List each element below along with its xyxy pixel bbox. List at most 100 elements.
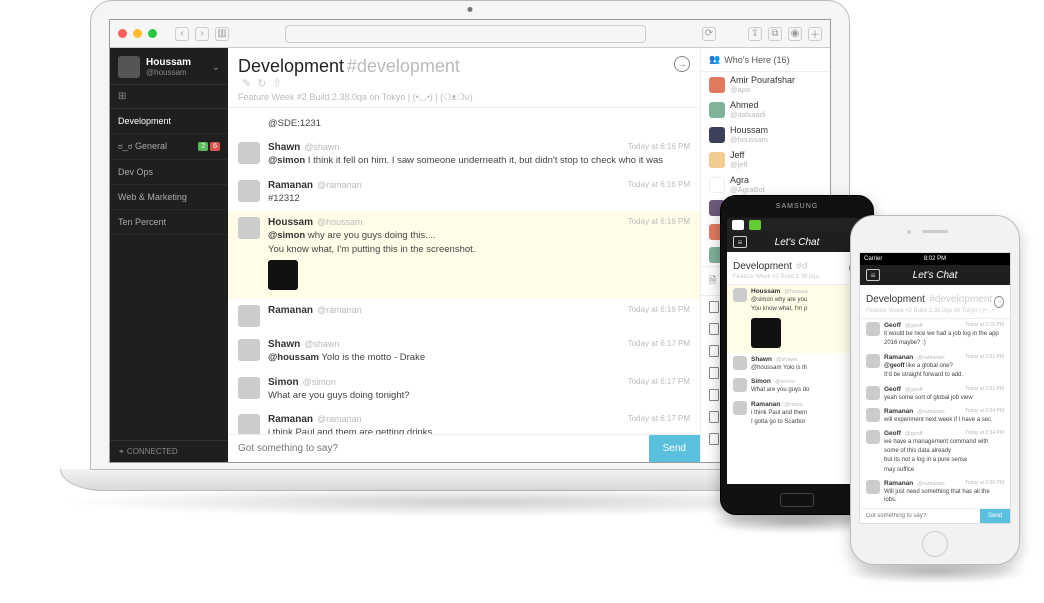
message-handle: @ramanan [917,409,944,415]
whos-here-title: Who's Here (16) [724,55,789,65]
message: Simon@simonWhat are you guys doing tonig… [228,371,700,408]
sidebar-current-user[interactable]: Houssam @houssam ⌄ [110,48,228,85]
message-list[interactable]: @SDE:1231Shawn@shawn@simon I think it fe… [228,108,700,434]
menu-icon[interactable]: ≡ [866,269,880,281]
message-handle: @simon [775,379,795,385]
share-button[interactable]: ⇪ [748,27,762,41]
file-icon [709,411,719,423]
composer: Send [860,508,1010,523]
message-input[interactable] [860,509,980,523]
back-button[interactable]: ‹ [175,27,189,41]
logout-icon[interactable]: → [674,56,690,72]
channel-subtitle: Feature Week #2 Build 2.38.0qa on Tokyo … [238,92,473,103]
message-handle: @geoff [905,387,923,393]
channel-label: ಠ_ಠ General [118,141,167,152]
message-text: we have a management command with some o… [884,438,1004,455]
sidebar-item-general[interactable]: ಠ_ಠ General26 [110,134,228,160]
message-text: It'd be straight forward to add. [884,371,1004,379]
message-text: will experiment next week if I have a se… [884,416,1004,424]
person-name: Amir Pourafshar [730,75,795,85]
message-author: Shawn [751,356,772,363]
url-field[interactable] [285,25,646,43]
message-text: #12312 [268,192,690,205]
upload-icon[interactable]: ⇧ [272,77,281,90]
avatar [238,414,260,434]
message-text: I gotta go to Scarbor [751,418,861,426]
message-handle: @geoff [905,323,923,329]
person-item[interactable]: Amir Pourafshar@apa [701,72,830,97]
tabs-button[interactable]: ⧉ [768,27,782,41]
edit-icon[interactable]: ✎ [242,77,251,90]
message-text: 2016 maybe? :) [884,339,1004,347]
avatar [238,180,260,202]
iphone-home-button[interactable] [922,531,948,557]
message-list[interactable]: Houssam@houssa@simon why are youYou know… [727,285,867,429]
message: @SDE:1231 [228,110,700,136]
android-brand: SAMSUNG [721,203,873,210]
avatar [733,288,747,302]
file-icon [709,323,719,335]
app-title-bar: ≡ Let's Chat [860,265,1010,285]
minimize-icon[interactable] [133,29,142,38]
person-item[interactable]: Houssam@houssam [701,122,830,147]
send-button[interactable]: Send [649,435,700,462]
message-author: Geoff [884,430,901,437]
message-author: Geoff [884,322,901,329]
forward-button[interactable]: › [195,27,209,41]
sidebar-item-development[interactable]: Development [110,109,228,134]
avatar [866,430,880,444]
message-text: Will just need something that has all th… [884,488,1004,501]
menu-icon[interactable]: ≡ [733,236,747,248]
send-button[interactable]: Send [980,509,1010,523]
new-tab-button[interactable]: ＋ [808,27,822,41]
person-item[interactable]: Ahmed@aalsaadi [701,97,830,122]
logout-icon[interactable]: → [994,296,1004,308]
person-item[interactable]: Agra@AgraBot [701,172,830,197]
reload-button[interactable]: ⟳ [702,27,716,41]
channel-header: Development #d Feature Week #2 Build 2.3… [727,252,867,285]
home-icon[interactable] [732,220,744,230]
avatar [866,480,880,494]
message-handle: @ramanan [917,481,944,487]
iphone-speaker [922,230,948,233]
file-icon [709,433,719,445]
android-home-button[interactable] [780,493,814,507]
message-input[interactable] [228,435,649,462]
message-text: @simon I think it fell on him. I saw som… [268,154,690,167]
person-handle: @aalsaadi [730,110,766,119]
message-handle: @shawn [776,357,797,363]
message-text: but its not a log in a pure sense [884,456,1004,464]
connection-status: ⚭ CONNECTED [110,440,228,462]
chevron-down-icon[interactable]: ⌄ [212,62,220,73]
message-list[interactable]: Geoff@geoffit would be nice we had a job… [860,319,1010,501]
sidebar-button[interactable]: ▥ [215,27,229,41]
message-text: may suffice [884,466,1004,474]
message: Shawn@shawn@houssam Yolo is th [727,353,867,375]
message-time: Today at 2:31 PM [965,386,1004,392]
sidebar-item-ten-percent[interactable]: Ten Percent [110,210,228,235]
avatar [709,102,725,118]
attachment-thumbnail[interactable] [751,318,781,348]
message: Ramanan@ramananwill experiment next week… [860,405,1010,427]
sidebar-item-web-marketing[interactable]: Web & Marketing [110,185,228,210]
sidebar-item-devops[interactable]: Dev Ops [110,160,228,185]
message-text: @simon why are you guys doing this.... [268,229,690,242]
attachment-thumbnail[interactable] [268,260,298,290]
file-icon [709,345,719,357]
zoom-icon[interactable] [148,29,157,38]
message-time: Today at 2:31 PM [965,354,1004,360]
person-item[interactable]: Jeff@jeff [701,147,830,172]
message-handle: @geoff [905,431,923,437]
message-text: You know what, I'm p [751,305,861,313]
grid-icon[interactable]: ⊞ [110,85,228,109]
laptop-camera-icon [468,7,473,12]
history-icon[interactable]: ↻ [257,77,266,90]
message-author: Houssam [268,217,313,228]
downloads-button[interactable]: ◉ [788,27,802,41]
message: Houssam@houssam@simon why are you guys d… [228,211,700,300]
badge-count: 6 [210,142,220,151]
message-handle: @shawn [304,339,339,349]
sidebar: Houssam @houssam ⌄ ⊞ Development ಠ_ಠ Gen… [110,48,228,462]
app-title: Let's Chat [913,270,958,281]
close-icon[interactable] [118,29,127,38]
